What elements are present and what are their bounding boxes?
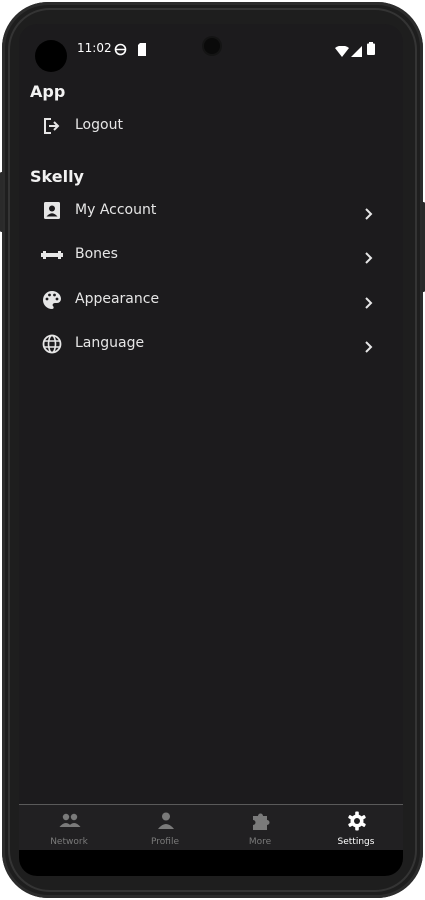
vpn-icon xyxy=(114,41,127,60)
settings-item-my-account[interactable]: My Account xyxy=(19,191,403,231)
people-icon xyxy=(59,811,81,831)
settings-item-label: My Account xyxy=(75,202,157,218)
settings-item-label: Appearance xyxy=(75,291,160,307)
gear-icon xyxy=(346,811,368,831)
power-button xyxy=(0,172,3,232)
tab-more[interactable]: More xyxy=(212,805,308,851)
palette-icon xyxy=(41,290,63,310)
account-box-icon xyxy=(41,201,63,221)
settings-item-language[interactable]: Language xyxy=(19,324,403,364)
tab-label: Network xyxy=(50,837,88,847)
globe-icon xyxy=(41,334,63,354)
settings-item-label: Language xyxy=(75,335,145,351)
puzzle-icon xyxy=(250,811,272,831)
gesture-area xyxy=(19,850,403,876)
bone-icon xyxy=(41,245,63,265)
chevron-right-icon xyxy=(364,249,374,264)
tab-settings[interactable]: Settings xyxy=(308,805,403,851)
battery-icon xyxy=(367,40,375,59)
chevron-right-icon xyxy=(364,338,374,353)
front-camera xyxy=(204,38,220,54)
tab-label: More xyxy=(248,837,272,847)
tab-label: Settings xyxy=(337,837,375,847)
signal-icon xyxy=(351,42,362,61)
section-title-app: App xyxy=(30,82,66,101)
settings-item-bones[interactable]: Bones xyxy=(19,235,403,275)
tab-profile[interactable]: Profile xyxy=(117,805,213,851)
person-icon xyxy=(155,811,177,831)
wifi-icon xyxy=(335,42,349,61)
chevron-right-icon xyxy=(364,205,374,220)
chevron-right-icon xyxy=(364,294,374,309)
tab-label: Profile xyxy=(151,837,179,847)
settings-item-appearance[interactable]: Appearance xyxy=(19,280,403,320)
app-screen: 11:02 App Logout Skelly My Account Bones… xyxy=(19,24,403,876)
status-avatar xyxy=(35,40,67,72)
tab-network[interactable]: Network xyxy=(21,805,117,851)
section-title-skelly: Skelly xyxy=(30,167,84,186)
logout-icon xyxy=(41,116,63,136)
status-bar: 11:02 xyxy=(19,24,403,72)
settings-item-label: Bones xyxy=(75,246,118,262)
settings-item-logout[interactable]: Logout xyxy=(19,106,403,146)
sim-card-icon xyxy=(137,41,147,60)
settings-item-label: Logout xyxy=(75,117,123,133)
status-time: 11:02 xyxy=(77,41,112,55)
